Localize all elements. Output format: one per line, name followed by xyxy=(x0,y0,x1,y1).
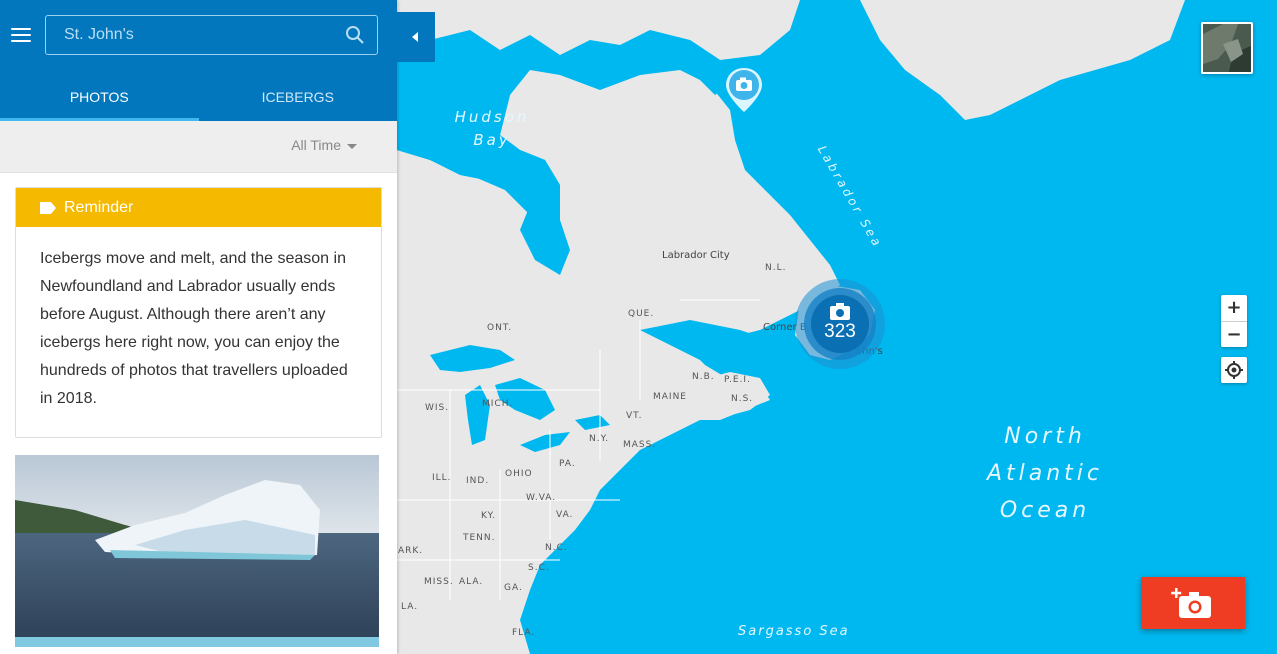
region-label: GA. xyxy=(504,583,523,593)
satellite-thumbnail-icon xyxy=(1203,24,1251,72)
region-label: VT. xyxy=(626,411,643,421)
region-label: VA. xyxy=(556,510,574,520)
region-label: MAINE xyxy=(653,392,687,402)
region-label: MICH. xyxy=(482,399,514,409)
region-label: ALA. xyxy=(459,577,484,587)
region-label: TENN. xyxy=(463,533,496,543)
reminder-header: Reminder xyxy=(16,188,381,227)
locate-button[interactable] xyxy=(1221,357,1247,383)
region-label: MASS. xyxy=(623,440,657,450)
search-input[interactable] xyxy=(46,16,336,54)
region-label: ILL. xyxy=(432,473,452,483)
zoom-out-button[interactable]: − xyxy=(1221,321,1247,347)
photo-feed: Reminder Icebergs move and melt, and the… xyxy=(0,173,397,654)
caret-down-icon xyxy=(347,143,357,149)
water-label-north-atlantic: North Atlantic Ocean xyxy=(986,424,1104,523)
tab-photos[interactable]: PHOTOS xyxy=(0,76,199,121)
photo-map-pin[interactable] xyxy=(724,66,764,114)
camera-pin-icon xyxy=(726,68,762,112)
reminder-title: Reminder xyxy=(64,198,134,216)
zoom-in-button[interactable]: + xyxy=(1221,295,1247,321)
region-label: N.C. xyxy=(545,543,568,553)
time-filter-dropdown[interactable]: All Time xyxy=(291,137,357,153)
tag-icon xyxy=(40,201,56,214)
sidebar: PHOTOS ICEBERGS All Time Reminder Iceber… xyxy=(0,0,397,654)
photo-cluster-marker[interactable]: 323 xyxy=(794,278,886,370)
collapse-sidebar-button[interactable] xyxy=(397,12,435,62)
region-label: QUE. xyxy=(628,309,655,319)
add-photo-button[interactable] xyxy=(1141,577,1245,629)
region-label: OHIO xyxy=(505,469,533,479)
region-label: IND. xyxy=(466,476,490,486)
region-label: MISS. xyxy=(424,577,454,587)
region-label: W.VA. xyxy=(526,493,557,503)
hamburger-icon[interactable] xyxy=(11,28,31,43)
cluster-count: 323 xyxy=(824,321,856,342)
region-label: KY. xyxy=(481,511,497,521)
tab-bar: PHOTOS ICEBERGS xyxy=(0,76,397,121)
region-label: WIS. xyxy=(425,403,450,413)
filter-bar: All Time xyxy=(0,121,397,173)
region-label: FLA. xyxy=(512,628,536,638)
region-label: N.S. xyxy=(731,394,754,404)
region-label: N.L. xyxy=(765,263,787,273)
water-label-sargasso: Sargasso Sea xyxy=(738,624,850,639)
tab-icebergs[interactable]: ICEBERGS xyxy=(199,76,398,121)
region-label: ARK. xyxy=(398,546,424,556)
region-label: N.Y. xyxy=(589,434,610,444)
zoom-controls: + − xyxy=(1221,295,1247,347)
city-label-labrador-city: Labrador City xyxy=(662,250,730,261)
water-label-hudson-bay: Hudson Bay xyxy=(454,108,530,149)
search-box xyxy=(45,15,378,55)
iceberg-photo xyxy=(15,455,379,647)
region-label: ONT. xyxy=(487,323,513,333)
region-label: N.B. xyxy=(692,372,715,382)
region-label: PA. xyxy=(559,459,576,469)
reminder-body: Icebergs move and melt, and the season i… xyxy=(40,250,348,407)
search-icon[interactable] xyxy=(345,25,365,45)
region-label: LA. xyxy=(401,602,419,612)
add-photo-icon xyxy=(1171,588,1211,618)
region-label: P.E.I. xyxy=(724,375,751,385)
basemap-toggle-button[interactable] xyxy=(1201,22,1253,74)
locate-icon xyxy=(1225,361,1243,379)
time-filter-value: All Time xyxy=(291,137,341,153)
sidebar-header: PHOTOS ICEBERGS xyxy=(0,0,397,121)
reminder-card: Reminder Icebergs move and melt, and the… xyxy=(15,187,382,438)
iceberg-photo-card[interactable] xyxy=(15,455,379,647)
region-label: S.C. xyxy=(528,563,550,573)
